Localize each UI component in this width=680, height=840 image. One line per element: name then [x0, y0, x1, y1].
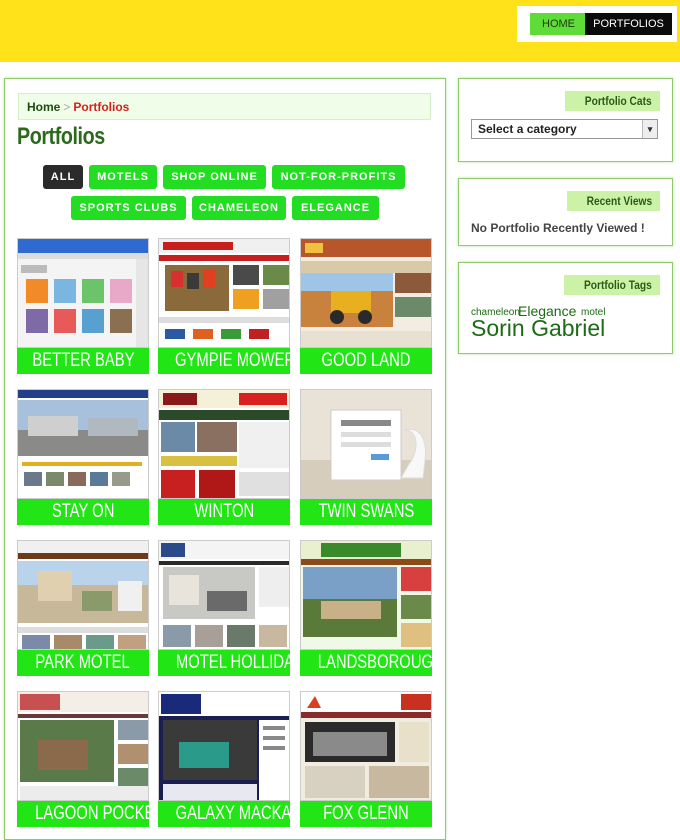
portfolio-caption: PARK MOTEL [17, 650, 149, 676]
breadcrumb-separator: > [63, 100, 71, 114]
portfolio-thumbnail [158, 238, 290, 348]
portfolio-thumbnail [158, 691, 290, 801]
portfolio-item-fox-glenn[interactable]: FOX GLENN [300, 691, 432, 827]
portfolio-caption: GALAXY MACKAY [158, 801, 300, 827]
portfolio-item-galaxy-mackay[interactable]: GALAXY MACKAY [158, 691, 300, 827]
portfolio-thumbnail [17, 238, 149, 348]
portfolio-item-stay-on[interactable]: STAY ON [17, 389, 149, 525]
portfolio-thumbnail [300, 540, 432, 650]
chevron-down-icon: ▾ [642, 120, 657, 138]
portfolio-item-landsborough[interactable]: LANDSBOROUGH [300, 540, 444, 676]
widget-recent-views: Recent Views No Portfolio Recently Viewe… [458, 178, 673, 246]
portfolio-thumbnail [158, 389, 290, 499]
portfolio-item-lagoon-pocket[interactable]: LAGOON POCKET [17, 691, 164, 827]
portfolio-caption: GOOD LAND [300, 348, 432, 374]
filter-motels[interactable]: MOTELS [89, 165, 157, 189]
page-title: Portfolios [17, 123, 105, 150]
portfolio-caption: TWIN SWANS [300, 499, 432, 525]
portfolio-item-winton[interactable]: WINTON [158, 389, 290, 525]
portfolio-thumbnail [300, 389, 432, 499]
portfolio-caption: BETTER BABY [17, 348, 149, 374]
nav-portfolios-link[interactable]: PORTFOLIOS [585, 13, 672, 35]
portfolio-thumbnail [17, 389, 149, 499]
portfolio-thumbnail [158, 540, 290, 650]
portfolio-thumbnail [17, 691, 149, 801]
portfolio-item-good-land[interactable]: GOOD LAND [300, 238, 432, 374]
filter-elegance[interactable]: ELEGANCE [292, 196, 379, 220]
portfolio-item-better-baby[interactable]: BETTER BABY [17, 238, 149, 374]
portfolio-item-twin-swans[interactable]: TWIN SWANS [300, 389, 432, 525]
filter-not-for-profits[interactable]: NOT-FOR-PROFITS [272, 165, 405, 189]
filter-shop-online[interactable]: SHOP ONLINE [163, 165, 266, 189]
portfolio-thumbnail [17, 540, 149, 650]
top-nav: HOME PORTFOLIOS [517, 6, 677, 42]
portfolio-caption: GYMPIE MOWER [158, 348, 295, 374]
widget-title: Portfolio Cats [565, 91, 660, 111]
widget-title: Recent Views [566, 191, 660, 211]
portfolio-caption: LANDSBOROUGH [300, 650, 444, 676]
widget-portfolio-cats: Portfolio Cats Select a category ▾ [458, 78, 673, 162]
nav-home-link[interactable]: HOME [530, 13, 587, 35]
portfolio-item-park-motel[interactable]: PARK MOTEL [17, 540, 149, 676]
breadcrumb-current: Portfolios [73, 100, 130, 114]
portfolio-caption: LAGOON POCKET [17, 801, 164, 827]
portfolio-caption: FOX GLENN [300, 801, 432, 827]
category-select[interactable]: Select a category ▾ [471, 119, 658, 139]
main-content: Home > Portfolios Portfolios ALL MOTELS SH… [4, 78, 446, 840]
widget-title: Portfolio Tags [564, 275, 660, 295]
portfolio-item-motel-holliday[interactable]: MOTEL HOLLIDAY [158, 540, 303, 676]
breadcrumb: Home > Portfolios [18, 93, 431, 120]
filter-all[interactable]: ALL [43, 165, 83, 189]
portfolio-caption: STAY ON [17, 499, 149, 525]
portfolio-caption: MOTEL HOLLIDAY [158, 650, 303, 676]
filter-sports-clubs[interactable]: SPORTS CLUBS [71, 196, 186, 220]
recent-views-empty: No Portfolio Recently Viewed ! [471, 221, 645, 235]
portfolio-thumbnail [300, 691, 432, 801]
breadcrumb-home-link[interactable]: Home [27, 100, 60, 114]
filter-chameleon[interactable]: CHAMELEON [192, 196, 286, 220]
portfolio-thumbnail [300, 238, 432, 348]
portfolio-caption: WINTON [158, 499, 290, 525]
tag-sorin-gabriel[interactable]: Sorin Gabriel [471, 315, 605, 342]
portfolio-item-gympie-mower[interactable]: GYMPIE MOWER [158, 238, 295, 374]
widget-portfolio-tags: Portfolio Tags chameleon Elegance motel … [458, 262, 673, 354]
